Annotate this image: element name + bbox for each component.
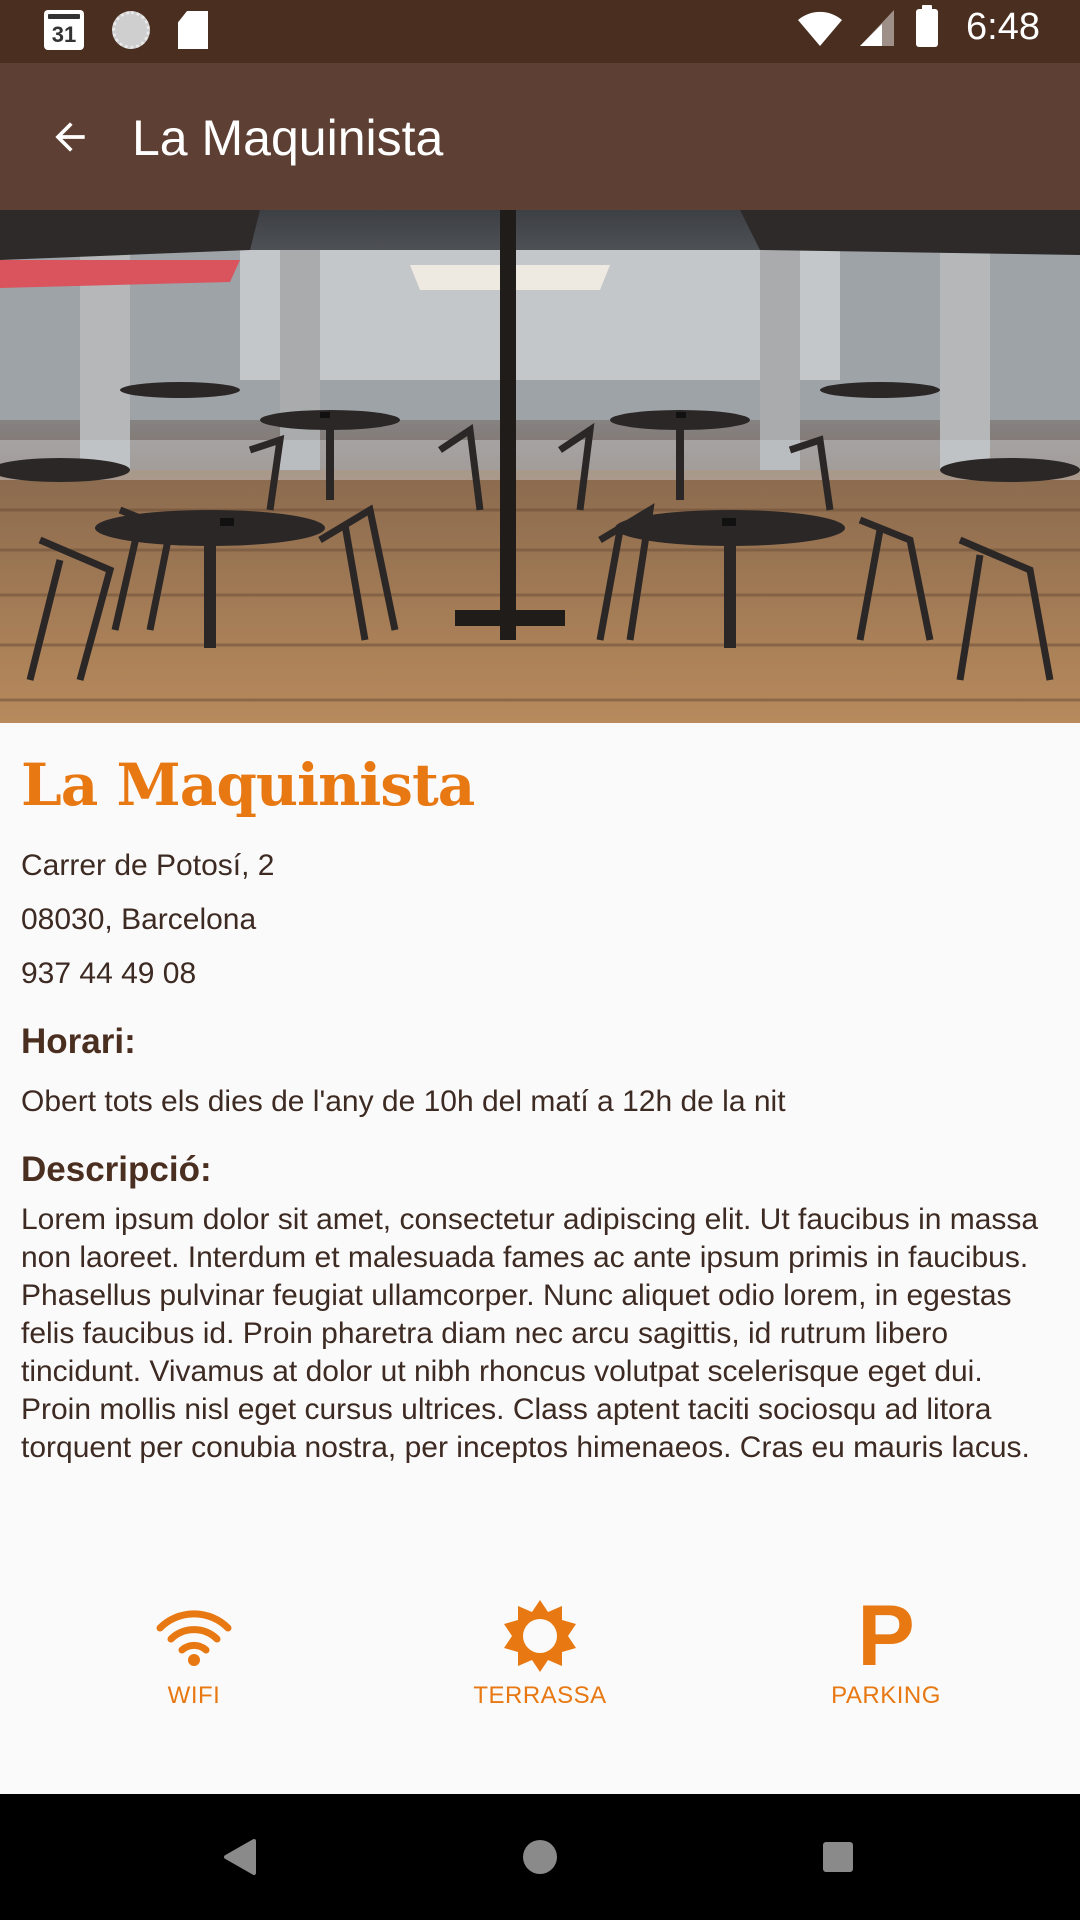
cafe-terrace-photo	[0, 210, 1080, 723]
nav-home-button[interactable]	[510, 1827, 570, 1887]
amenity-parking: P PARKING	[786, 1588, 986, 1710]
phone-number[interactable]: 937 44 49 08	[21, 947, 1059, 1001]
home-circle-icon	[523, 1840, 557, 1874]
status-right-icons: 6:48	[796, 4, 1040, 49]
place-details: La Maquinista Carrer de Potosí, 2 08030,…	[0, 723, 1080, 1467]
place-name: La Maquinista	[21, 751, 475, 819]
arrow-back-icon	[55, 122, 85, 152]
amenity-wifi: WIFI	[94, 1598, 294, 1710]
signal-icon	[860, 9, 895, 46]
schedule-text: Obert tots els dies de l'any de 10h del …	[21, 1084, 786, 1118]
battery-icon	[916, 4, 939, 47]
amenity-label-terrassa: TERRASSA	[473, 1682, 607, 1709]
parking-icon: P	[848, 1588, 924, 1684]
amenities-row: WIFI TERRASSA P PARKING	[0, 1588, 1080, 1710]
calendar-day: 31	[51, 22, 77, 47]
sync-icon	[112, 11, 150, 49]
sd-card-icon	[178, 11, 208, 49]
amenity-terrassa: TERRASSA	[440, 1598, 640, 1710]
app-bar: La Maquinista	[0, 63, 1080, 210]
nav-back-button[interactable]	[210, 1827, 270, 1887]
parking-glyph: P	[857, 1588, 915, 1684]
back-button[interactable]	[34, 101, 106, 173]
nav-recents-button[interactable]	[808, 1827, 868, 1887]
recents-square-icon	[823, 1842, 853, 1872]
back-triangle-icon	[224, 1839, 256, 1875]
wifi-icon	[798, 11, 843, 46]
sun-icon	[502, 1598, 578, 1674]
amenity-label-parking: PARKING	[831, 1682, 941, 1709]
screen: 31 6:48 La Maquinista La Maquinista Carr…	[0, 0, 1080, 1920]
system-nav-bar	[0, 1794, 1080, 1920]
description-title: Descripció:	[21, 1149, 212, 1189]
calendar-icon: 31	[44, 10, 84, 50]
wifi-icon	[156, 1598, 232, 1674]
address-line-2: 08030, Barcelona	[21, 902, 257, 936]
amenity-label-wifi: WIFI	[167, 1682, 221, 1709]
status-left-icons: 31	[44, 10, 208, 50]
app-bar-title: La Maquinista	[132, 110, 444, 166]
clock: 6:48	[966, 6, 1040, 48]
hero-image	[0, 210, 1080, 723]
schedule-title: Horari:	[21, 1021, 136, 1061]
description-text: Lorem ipsum dolor sit amet, consectetur …	[21, 1202, 1039, 1464]
address-line-1: Carrer de Potosí, 2	[21, 848, 275, 882]
status-bar: 31 6:48	[0, 0, 1080, 63]
